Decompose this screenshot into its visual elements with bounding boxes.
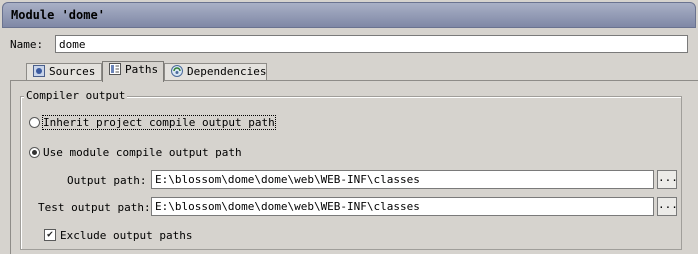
window-title-bar: Module 'dome' xyxy=(2,2,696,28)
test-output-path-label: Test output path: xyxy=(38,201,151,214)
tab-paths-label: Paths xyxy=(125,63,159,76)
output-path-label: Output path: xyxy=(67,174,147,187)
module-output-label[interactable]: Use module compile output path xyxy=(43,146,242,159)
tab-sources[interactable]: Sources xyxy=(26,63,102,81)
compiler-output-legend: Compiler output xyxy=(24,89,128,102)
paths-icon xyxy=(109,63,121,75)
dependencies-icon xyxy=(171,65,183,77)
exclude-output-checkbox[interactable]: ✔ xyxy=(44,229,56,241)
tab-paths[interactable]: Paths xyxy=(102,61,164,82)
window-title: Module 'dome' xyxy=(11,8,105,22)
test-output-path-input[interactable]: E:\blossom\dome\dome\web\WEB-INF\classes xyxy=(151,197,654,216)
tab-dependencies[interactable]: Dependencies xyxy=(164,63,267,81)
inherit-output-radio[interactable] xyxy=(29,117,40,128)
name-label: Name: xyxy=(10,38,44,51)
exclude-output-label[interactable]: Exclude output paths xyxy=(60,229,192,242)
tab-sources-label: Sources xyxy=(49,65,96,78)
output-path-browse-button[interactable]: ... xyxy=(657,170,678,189)
name-input[interactable]: dome xyxy=(55,35,688,53)
inherit-output-label[interactable]: Inherit project compile output path xyxy=(42,115,276,130)
output-path-input[interactable]: E:\blossom\dome\dome\web\WEB-INF\classes xyxy=(151,170,654,189)
module-output-radio[interactable] xyxy=(29,147,40,158)
tab-dependencies-label: Dependencies xyxy=(187,65,267,78)
sources-icon xyxy=(33,65,45,77)
test-output-path-browse-button[interactable]: ... xyxy=(657,197,678,216)
